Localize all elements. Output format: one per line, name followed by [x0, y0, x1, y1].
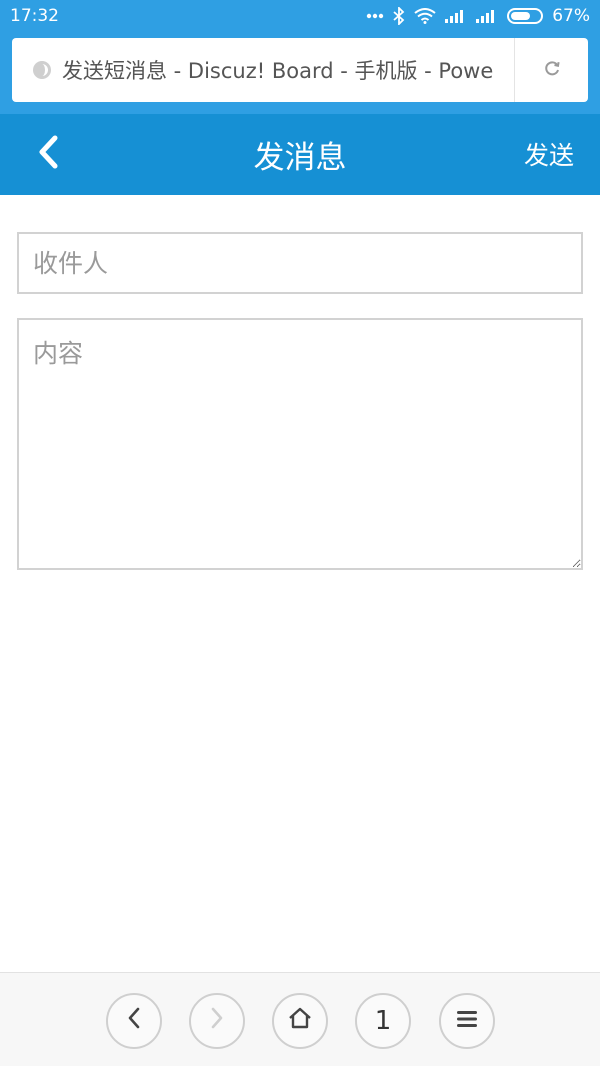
recipient-input[interactable] [17, 232, 583, 294]
nav-tabs-button[interactable]: 1 [355, 993, 411, 1049]
battery-percent: 67% [552, 6, 590, 26]
menu-icon [455, 1006, 479, 1036]
tab-count: 1 [374, 1006, 392, 1036]
chevron-right-icon [209, 1006, 225, 1037]
send-button[interactable]: 发送 [524, 136, 574, 172]
refresh-icon [542, 58, 562, 82]
url-title: 发送短消息 - Discuz! Board - 手机版 - Powe [62, 59, 494, 83]
content-textarea[interactable] [17, 318, 583, 570]
signal-icon [476, 9, 498, 23]
home-icon [287, 1006, 313, 1037]
bluetooth-icon [393, 7, 405, 25]
nav-forward-button[interactable] [189, 993, 245, 1049]
url-display[interactable]: 发送短消息 - Discuz! Board - 手机版 - Powe [12, 38, 514, 102]
back-button[interactable] [28, 134, 68, 174]
more-dots-icon [366, 13, 384, 19]
nav-back-button[interactable] [106, 993, 162, 1049]
page-title: 发消息 [253, 140, 347, 176]
page-header: 发消息 发送 [0, 114, 600, 195]
chevron-left-icon [126, 1006, 142, 1037]
signal-icon [445, 9, 467, 23]
browser-bottom-nav: 1 [0, 972, 600, 1066]
refresh-button[interactable] [514, 38, 588, 102]
browser-toolbar: 发送短消息 - Discuz! Board - 手机版 - Powe [0, 32, 600, 114]
wifi-icon [414, 8, 436, 24]
site-icon [32, 60, 52, 80]
battery-fill [511, 12, 530, 20]
address-bar[interactable]: 发送短消息 - Discuz! Board - 手机版 - Powe [12, 38, 588, 102]
nav-menu-button[interactable] [439, 993, 495, 1049]
battery-icon [507, 8, 544, 24]
nav-home-button[interactable] [272, 993, 328, 1049]
status-icons: 67% [366, 6, 590, 26]
status-time: 17:32 [10, 6, 59, 26]
chevron-left-icon [36, 135, 60, 173]
status-bar: 17:32 67% [0, 0, 600, 32]
battery-indicator [507, 8, 544, 24]
